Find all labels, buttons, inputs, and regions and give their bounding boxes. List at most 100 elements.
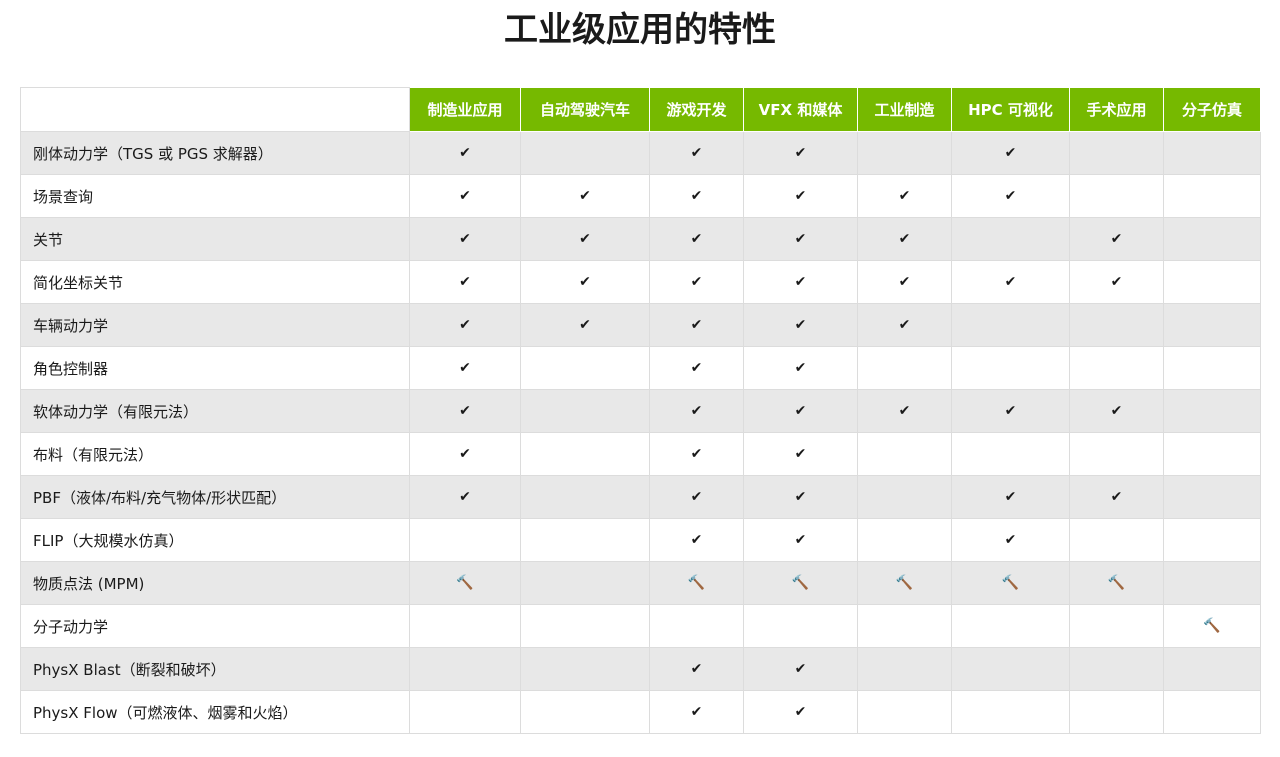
check-icon: ✔: [898, 403, 911, 419]
check-icon: ✔: [794, 403, 807, 419]
support-cell: [857, 432, 952, 476]
support-cell: [857, 518, 952, 562]
check-icon: ✔: [459, 274, 471, 290]
support-cell: ✔: [649, 303, 744, 347]
support-cell: [857, 604, 952, 648]
table-header-corner: [20, 87, 410, 132]
support-cell: [1069, 346, 1164, 390]
check-icon: ✔: [898, 274, 911, 290]
support-cell: [520, 604, 650, 648]
column-header: VFX 和媒体: [743, 87, 858, 132]
hammer-icon: 🔨: [1001, 575, 1020, 591]
support-cell: [1163, 260, 1261, 304]
support-cell: ✔: [649, 647, 744, 691]
support-cell: ✔: [409, 174, 521, 218]
support-cell: ✔: [649, 217, 744, 261]
support-cell: ✔: [409, 217, 521, 261]
support-cell: [1163, 389, 1261, 433]
table-row: 分子动力学 🔨: [20, 604, 1261, 648]
support-cell: [520, 690, 650, 734]
check-icon: ✔: [459, 403, 471, 419]
support-cell: 🔨: [409, 561, 521, 605]
support-cell: [1163, 475, 1261, 519]
check-icon: ✔: [690, 145, 703, 161]
check-icon: ✔: [1004, 489, 1017, 505]
check-icon: ✔: [690, 231, 703, 247]
support-cell: ✔: [857, 174, 952, 218]
table-row: 车辆动力学 ✔ ✔ ✔ ✔ ✔: [20, 303, 1261, 347]
check-icon: ✔: [1004, 532, 1017, 548]
support-cell: 🔨: [649, 561, 744, 605]
support-cell: [1163, 346, 1261, 390]
check-icon: ✔: [690, 489, 703, 505]
support-cell: [1069, 432, 1164, 476]
check-icon: ✔: [459, 360, 471, 376]
check-icon: ✔: [794, 231, 807, 247]
check-icon: ✔: [459, 231, 471, 247]
support-cell: ✔: [649, 475, 744, 519]
support-cell: [1163, 303, 1261, 347]
support-cell: ✔: [1069, 475, 1164, 519]
support-cell: [409, 647, 521, 691]
check-icon: ✔: [459, 188, 471, 204]
support-cell: [409, 604, 521, 648]
feature-name-cell: PhysX Flow（可燃液体、烟雾和火焰）: [20, 690, 410, 734]
support-cell: ✔: [409, 303, 521, 347]
support-cell: ✔: [649, 432, 744, 476]
check-icon: ✔: [1110, 231, 1123, 247]
check-icon: ✔: [459, 489, 471, 505]
support-cell: ✔: [743, 647, 858, 691]
check-icon: ✔: [1004, 274, 1017, 290]
support-cell: ✔: [857, 389, 952, 433]
support-cell: ✔: [743, 260, 858, 304]
support-cell: [1163, 131, 1261, 175]
hammer-icon: 🔨: [687, 575, 706, 591]
check-icon: ✔: [794, 446, 807, 462]
table-row: 简化坐标关节 ✔ ✔ ✔ ✔ ✔ ✔ ✔: [20, 260, 1261, 304]
support-cell: [520, 432, 650, 476]
check-icon: ✔: [579, 274, 591, 290]
feature-name-cell: 刚体动力学（TGS 或 PGS 求解器）: [20, 131, 410, 175]
support-cell: ✔: [520, 260, 650, 304]
feature-name-cell: 简化坐标关节: [20, 260, 410, 304]
support-cell: [1069, 690, 1164, 734]
check-icon: ✔: [690, 274, 703, 290]
support-cell: ✔: [743, 690, 858, 734]
support-cell: [951, 432, 1070, 476]
column-header: 自动驾驶汽车: [520, 87, 650, 132]
support-cell: [743, 604, 858, 648]
check-icon: ✔: [794, 274, 807, 290]
column-header: HPC 可视化: [951, 87, 1070, 132]
support-cell: [857, 647, 952, 691]
support-cell: [857, 131, 952, 175]
column-header: 工业制造: [857, 87, 952, 132]
check-icon: ✔: [794, 704, 807, 720]
check-icon: ✔: [1004, 188, 1017, 204]
support-cell: ✔: [520, 174, 650, 218]
support-cell: [1069, 604, 1164, 648]
table-row: PhysX Flow（可燃液体、烟雾和火焰） ✔ ✔: [20, 690, 1261, 734]
table-row: 角色控制器 ✔ ✔ ✔: [20, 346, 1261, 390]
support-cell: [1163, 217, 1261, 261]
support-cell: [857, 475, 952, 519]
support-cell: [1069, 303, 1164, 347]
table-row: PhysX Blast（断裂和破坏） ✔ ✔: [20, 647, 1261, 691]
support-cell: ✔: [951, 131, 1070, 175]
support-cell: ✔: [743, 131, 858, 175]
support-cell: [520, 561, 650, 605]
feature-name-cell: 关节: [20, 217, 410, 261]
support-cell: [1163, 432, 1261, 476]
support-cell: [520, 131, 650, 175]
support-cell: ✔: [1069, 389, 1164, 433]
table-row: 刚体动力学（TGS 或 PGS 求解器） ✔ ✔ ✔ ✔: [20, 131, 1261, 175]
support-cell: ✔: [857, 303, 952, 347]
feature-name-cell: PhysX Blast（断裂和破坏）: [20, 647, 410, 691]
support-cell: ✔: [951, 475, 1070, 519]
feature-table: 制造业应用 自动驾驶汽车 游戏开发 VFX 和媒体 工业制造 HPC 可视化 手…: [20, 87, 1261, 734]
column-header: 游戏开发: [649, 87, 744, 132]
support-cell: [951, 303, 1070, 347]
support-cell: [951, 217, 1070, 261]
support-cell: ✔: [649, 174, 744, 218]
table-row: PBF（液体/布料/充气物体/形状匹配） ✔ ✔ ✔ ✔ ✔: [20, 475, 1261, 519]
support-cell: ✔: [743, 518, 858, 562]
